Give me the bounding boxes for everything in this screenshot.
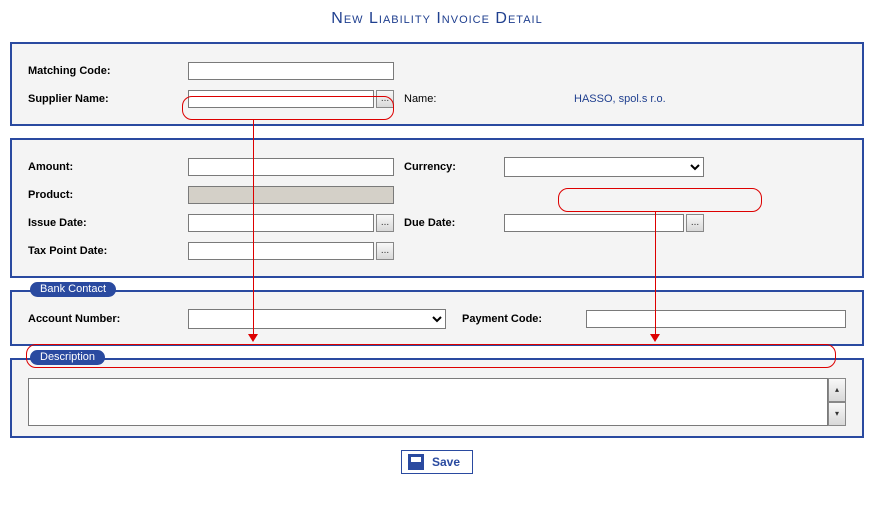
panel-bank-contact: Bank Contact Account Number: Payment Cod… xyxy=(10,290,864,346)
due-date-label: Due Date: xyxy=(394,217,504,229)
tax-point-input[interactable] xyxy=(188,242,374,260)
supplier-name-label: Supplier Name: xyxy=(28,93,188,105)
panel-amounts: Amount: Currency: Product: Issue Date: .… xyxy=(10,138,864,278)
tax-point-picker-button[interactable]: ... xyxy=(376,242,394,260)
supplier-resolved-name: HASSO, spol.s r.o. xyxy=(504,93,666,105)
issue-date-picker-button[interactable]: ... xyxy=(376,214,394,232)
panel-identity: Matching Code: Supplier Name: ... Name: … xyxy=(10,42,864,126)
account-number-select[interactable] xyxy=(188,309,446,329)
matching-code-input[interactable] xyxy=(188,62,394,80)
save-button-label: Save xyxy=(432,455,460,469)
due-date-picker-button[interactable]: ... xyxy=(686,214,704,232)
product-label: Product: xyxy=(28,189,188,201)
matching-code-label: Matching Code: xyxy=(28,65,188,77)
description-legend: Description xyxy=(30,350,105,365)
due-date-input[interactable] xyxy=(504,214,684,232)
issue-date-label: Issue Date: xyxy=(28,217,188,229)
issue-date-input[interactable] xyxy=(188,214,374,232)
name-label: Name: xyxy=(394,93,504,105)
description-spinner: ▴ ▾ xyxy=(828,378,846,426)
tax-point-label: Tax Point Date: xyxy=(28,245,188,257)
save-icon xyxy=(408,454,424,470)
supplier-name-input[interactable] xyxy=(188,90,374,108)
panel-description: Description ▴ ▾ xyxy=(10,358,864,438)
account-number-label: Account Number: xyxy=(28,313,188,325)
bank-contact-legend: Bank Contact xyxy=(30,282,116,297)
supplier-lookup-button[interactable]: ... xyxy=(376,90,394,108)
product-input xyxy=(188,186,394,204)
currency-label: Currency: xyxy=(394,161,504,173)
description-textarea[interactable] xyxy=(28,378,828,426)
payment-code-input[interactable] xyxy=(586,310,846,328)
spin-down-button[interactable]: ▾ xyxy=(828,402,846,426)
spin-up-button[interactable]: ▴ xyxy=(828,378,846,402)
save-button[interactable]: Save xyxy=(401,450,473,474)
amount-label: Amount: xyxy=(28,161,188,173)
amount-input[interactable] xyxy=(188,158,394,176)
payment-code-label: Payment Code: xyxy=(446,313,586,325)
page-title: New Liability Invoice Detail xyxy=(10,10,864,28)
currency-select[interactable] xyxy=(504,157,704,177)
